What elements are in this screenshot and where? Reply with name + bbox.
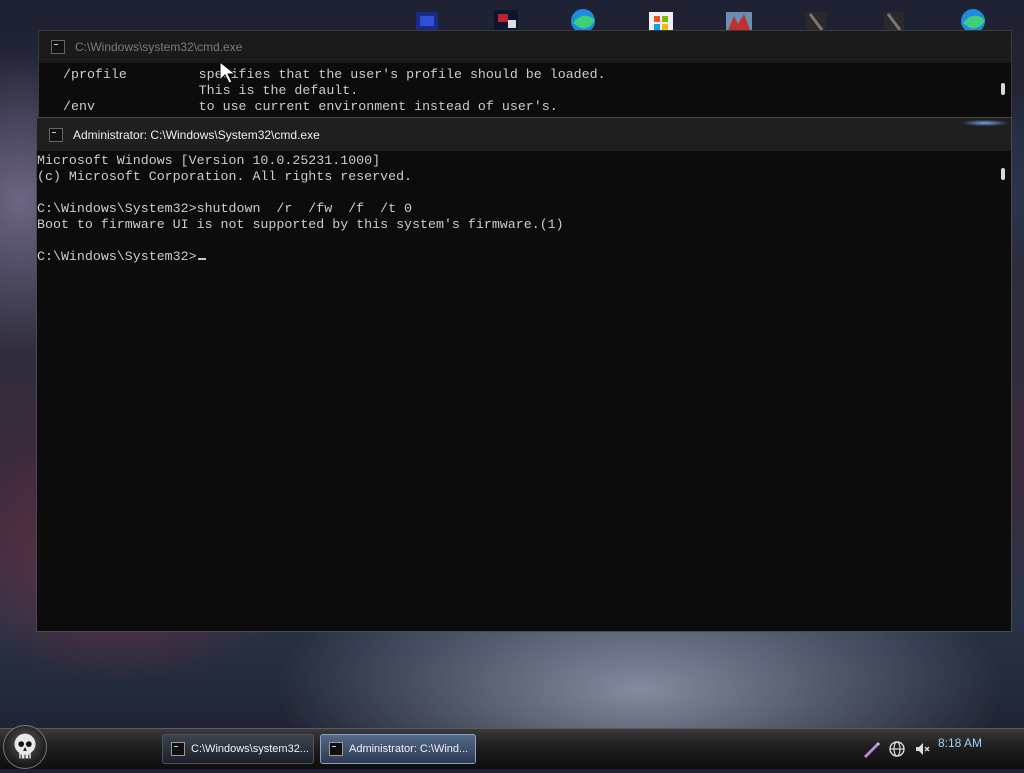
cmd-window-background[interactable]: C:\Windows\system32\cmd.exe /profile spe…: [38, 30, 1012, 128]
window-title: C:\Windows\system32\cmd.exe: [75, 40, 243, 54]
store-icon[interactable]: [646, 6, 676, 32]
pen-icon[interactable]: [862, 740, 880, 758]
cmd-icon: [171, 742, 185, 756]
window-titlebar[interactable]: Administrator: C:\Windows\System32\cmd.e…: [37, 118, 1011, 151]
console-line: /env to use current environment instead …: [63, 99, 558, 114]
taskbar-button-label: Administrator: C:\Wind...: [349, 743, 469, 755]
app-icon[interactable]: [880, 6, 910, 32]
taskbar-button-admin-cmd[interactable]: Administrator: C:\Wind...: [320, 734, 476, 764]
skull-icon: [14, 733, 36, 759]
window-title: Administrator: C:\Windows\System32\cmd.e…: [73, 127, 320, 142]
system-tray: [862, 737, 932, 761]
console-line: C:\Windows\System32>shutdown /r /fw /f /…: [37, 201, 413, 216]
console-line: Microsoft Windows [Version 10.0.25231.10…: [37, 153, 381, 168]
globe-icon[interactable]: [888, 740, 906, 758]
taskbar-button-label: C:\Windows\system32...: [191, 743, 309, 755]
console-line: This is the default.: [63, 83, 359, 98]
app-icon[interactable]: [724, 6, 754, 32]
start-button[interactable]: [3, 725, 47, 769]
console-line: /profile specifies that the user's profi…: [63, 67, 606, 82]
cmd-window-admin[interactable]: Administrator: C:\Windows\System32\cmd.e…: [36, 117, 1012, 632]
window-titlebar[interactable]: C:\Windows\system32\cmd.exe: [39, 31, 1011, 63]
volume-muted-icon[interactable]: [914, 740, 932, 758]
console-line: Boot to firmware UI is not supported by …: [37, 217, 564, 232]
window-glow-decoration: [930, 117, 1010, 129]
text-cursor: [197, 258, 206, 260]
cmd-icon: [329, 742, 343, 756]
vertical-scrollbar[interactable]: [998, 154, 1008, 630]
taskbar-clock[interactable]: 8:18 AM: [938, 736, 982, 750]
app-icon[interactable]: [412, 6, 442, 32]
app-icon[interactable]: [492, 6, 522, 32]
edge-icon[interactable]: [568, 6, 598, 33]
console-output[interactable]: /profile specifies that the user's profi…: [63, 67, 606, 115]
command-prompt: C:\Windows\System32>: [37, 249, 197, 264]
taskbar: C:\Windows\system32... Administrator: C:…: [0, 725, 1024, 769]
mouse-pointer-icon: [219, 60, 237, 84]
app-icon[interactable]: [802, 6, 832, 32]
cmd-icon: [51, 40, 65, 54]
console-output[interactable]: Microsoft Windows [Version 10.0.25231.10…: [37, 153, 564, 265]
scroll-thumb[interactable]: [1001, 168, 1005, 180]
console-line: (c) Microsoft Corporation. All rights re…: [37, 169, 413, 184]
scroll-thumb[interactable]: [1001, 83, 1005, 95]
taskbar-button-cmd[interactable]: C:\Windows\system32...: [162, 734, 314, 764]
edge-icon[interactable]: [958, 6, 988, 33]
cmd-icon: [49, 127, 63, 142]
